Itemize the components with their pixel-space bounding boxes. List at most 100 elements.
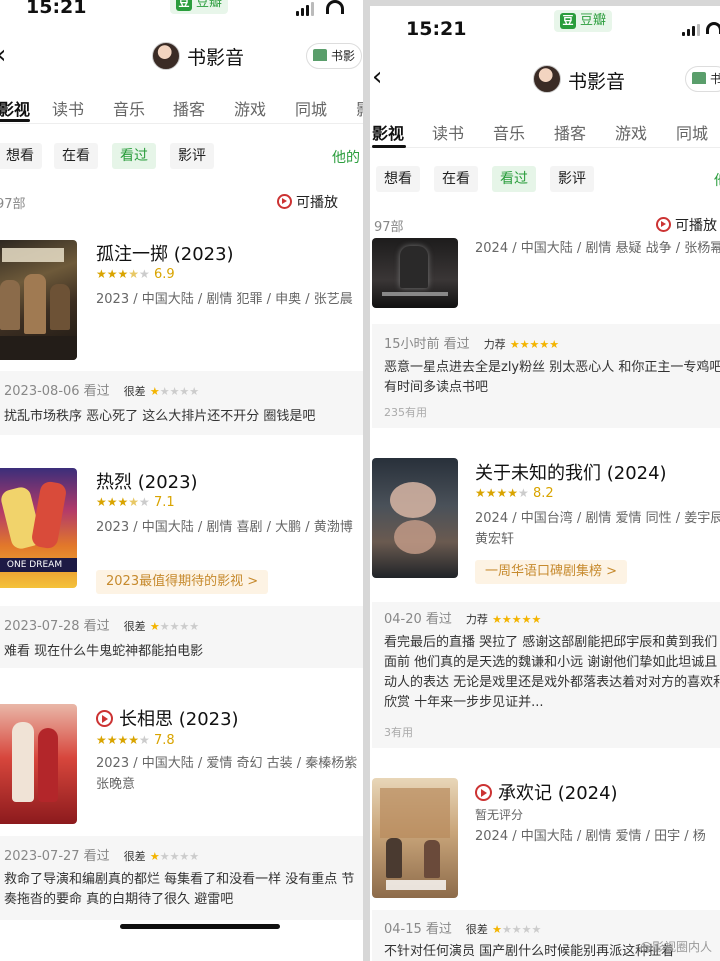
shelf-button[interactable]: 书 [685, 66, 720, 92]
useful-count: 235有用 [384, 406, 427, 419]
filter-watching[interactable]: 在看 [54, 143, 98, 169]
movie-title[interactable]: 关于未知的我们 (2024) [475, 459, 667, 485]
review-card[interactable]: 2023-07-27 看过 很差 ★★★★★ 救命了导演和编剧真的都烂 每集看了和… [0, 836, 363, 920]
filter-watching[interactable]: 在看 [434, 166, 478, 192]
play-circle-icon [96, 710, 113, 727]
movie-meta: 2024 / 中国大陆 / 剧情 悬疑 战争 / 张杨幂 [475, 241, 720, 256]
tab-local[interactable]: 同城 [295, 96, 327, 120]
tab-local[interactable]: 同城 [676, 120, 708, 144]
category-tabs: 影视 读书 音乐 播客 游戏 同城 影 [0, 94, 363, 124]
wifi-icon [706, 22, 720, 34]
tab-books[interactable]: 读书 [52, 96, 84, 120]
status-filters: 想看 在看 看过 影评 他的 [0, 143, 363, 171]
tab-podcast[interactable]: 播客 [173, 96, 205, 120]
status-bar: 15:21 豆豆瓣 [0, 0, 363, 40]
tab-books[interactable]: 读书 [432, 120, 464, 144]
movie-poster[interactable] [372, 458, 458, 578]
review-stars-icon: ★★★★★ [492, 613, 542, 626]
tab-video[interactable]: 影视 [372, 120, 404, 144]
page-title: 书影音 [568, 71, 626, 93]
douban-app-badge: 豆豆瓣 [554, 10, 613, 32]
signal-icon [682, 24, 700, 36]
status-time: 15:21 [406, 18, 467, 40]
movie-poster[interactable]: ONE DREAM [0, 468, 77, 588]
playable-filter[interactable]: 可播放 [656, 215, 717, 235]
left-screenshot-panel: 15:21 豆豆瓣 ‹ 书影音 书影 影视 读书 音乐 播客 游戏 同城 影 想… [0, 0, 363, 961]
douban-label: 豆瓣 [196, 0, 223, 10]
play-circle-icon [656, 217, 671, 232]
filter-want[interactable]: 想看 [376, 166, 420, 192]
movie-poster[interactable] [372, 238, 458, 308]
page-title: 书影音 [187, 47, 245, 69]
ranking-badge[interactable]: 一周华语口碑剧集榜 > [475, 560, 628, 584]
movie-poster[interactable] [372, 778, 458, 898]
movie-meta: 2024 / 中国台湾 / 剧情 爱情 同性 / 姜宇辰 黄宏轩 [475, 511, 720, 547]
right-screenshot-panel: 15:21 豆豆瓣 ‹ 书影音 书 影视 读书 音乐 播客 游戏 同城 想看 在… [370, 6, 720, 961]
playable-filter[interactable]: 可播放 [277, 192, 338, 212]
avatar[interactable] [533, 65, 561, 93]
movie-rating: ★★★★★ 8.2 [475, 486, 554, 501]
filter-watched[interactable]: 看过 [492, 166, 536, 192]
shelf-icon [692, 72, 706, 84]
movie-poster[interactable] [0, 704, 77, 824]
tab-active-indicator [372, 145, 406, 148]
home-indicator [120, 924, 280, 929]
item-count: 97部 [374, 220, 404, 235]
movie-rating: ★★★★★ 7.1 [96, 495, 175, 510]
review-header: 15小时前 看过 力荐 ★★★★★ [384, 337, 560, 352]
useful-count: 3有用 [384, 726, 413, 739]
item-count: 97部 [0, 197, 26, 212]
movie-title[interactable]: 长相思 (2023) [96, 705, 239, 731]
avatar[interactable] [152, 42, 180, 70]
rating-stars-icon: ★★★★★ [475, 486, 529, 500]
others-link[interactable]: 他 [714, 170, 720, 190]
review-card[interactable]: 04-20 看过 力荐 ★★★★★ 看完最后的直播 哭拉了 感谢这部剧能把邱宇辰和… [372, 602, 720, 748]
tab-games[interactable]: 游戏 [234, 96, 266, 120]
filter-want[interactable]: 想看 [0, 143, 42, 169]
filter-reviews[interactable]: 影评 [170, 143, 214, 169]
filter-reviews[interactable]: 影评 [550, 166, 594, 192]
review-stars-icon: ★★★★★ [149, 620, 200, 633]
shelf-label: 书 [710, 72, 720, 86]
review-card[interactable]: 2023-08-06 看过 很差 ★★★★★ 扰乱市场秩序 恶心死了 这么大排片还… [0, 371, 363, 435]
movie-meta: 2023 / 中国大陆 / 剧情 犯罪 / 申奥 / 张艺晨 [96, 292, 353, 307]
category-tabs: 影视 读书 音乐 播客 游戏 同城 [370, 118, 720, 148]
movie-title[interactable]: 承欢记 (2024) [475, 779, 618, 805]
filter-watched[interactable]: 看过 [112, 143, 156, 169]
back-icon[interactable]: ‹ [0, 42, 6, 68]
tab-video[interactable]: 影视 [0, 96, 30, 120]
review-stars-icon: ★★★★★ [149, 385, 200, 398]
review-text: 看完最后的直播 哭拉了 感谢这部剧能把邱宇辰和黄到我们面前 他们真的是天选的魏谦… [384, 635, 720, 710]
ranking-badge[interactable]: 2023最值得期待的影视 > [96, 570, 269, 594]
review-header: 04-20 看过 力荐 ★★★★★ [384, 612, 542, 627]
playable-label: 可播放 [675, 218, 717, 234]
wifi-icon [326, 0, 344, 14]
others-link[interactable]: 他的 [332, 147, 360, 167]
nav-bar: ‹ 书影音 书 [370, 60, 720, 100]
tab-games[interactable]: 游戏 [615, 120, 647, 144]
movie-title[interactable]: 孤注一掷 (2023) [96, 240, 234, 266]
status-filters: 想看 在看 看过 影评 他 [370, 166, 720, 194]
review-stars-icon: ★★★★★ [492, 923, 542, 936]
count-row: 97部 可播放 [370, 216, 720, 236]
movie-meta: 2024 / 中国大陆 / 剧情 爱情 / 田宇 / 杨 [475, 829, 706, 844]
shelf-label: 书影 [331, 49, 356, 63]
douban-logo-icon: 豆 [560, 13, 576, 29]
movie-rating: ★★★★★ 6.9 [96, 267, 175, 282]
review-card[interactable]: 15小时前 看过 力荐 ★★★★★ 恶意一星点进去全是zly粉丝 别太恶心人 和你… [372, 324, 720, 428]
tab-active-indicator [0, 119, 30, 122]
tab-podcast[interactable]: 播客 [554, 120, 586, 144]
shelf-button[interactable]: 书影 [306, 43, 363, 69]
tab-music[interactable]: 音乐 [113, 96, 145, 120]
review-header: 04-15 看过 很差 ★★★★★ [384, 922, 542, 937]
back-icon[interactable]: ‹ [372, 64, 382, 90]
count-row: 97部 可播放 [0, 193, 363, 213]
tab-more[interactable]: 影 [356, 96, 363, 120]
movie-title[interactable]: 热烈 (2023) [96, 468, 198, 494]
rating-stars-icon: ★★★★★ [96, 495, 150, 509]
playable-label: 可播放 [296, 195, 338, 211]
movie-poster[interactable] [0, 240, 77, 360]
review-card[interactable]: 2023-07-28 看过 很差 ★★★★★ 难看 现在什么牛鬼蛇神都能拍电影 [0, 606, 363, 668]
review-stars-icon: ★★★★★ [149, 850, 200, 863]
tab-music[interactable]: 音乐 [493, 120, 525, 144]
